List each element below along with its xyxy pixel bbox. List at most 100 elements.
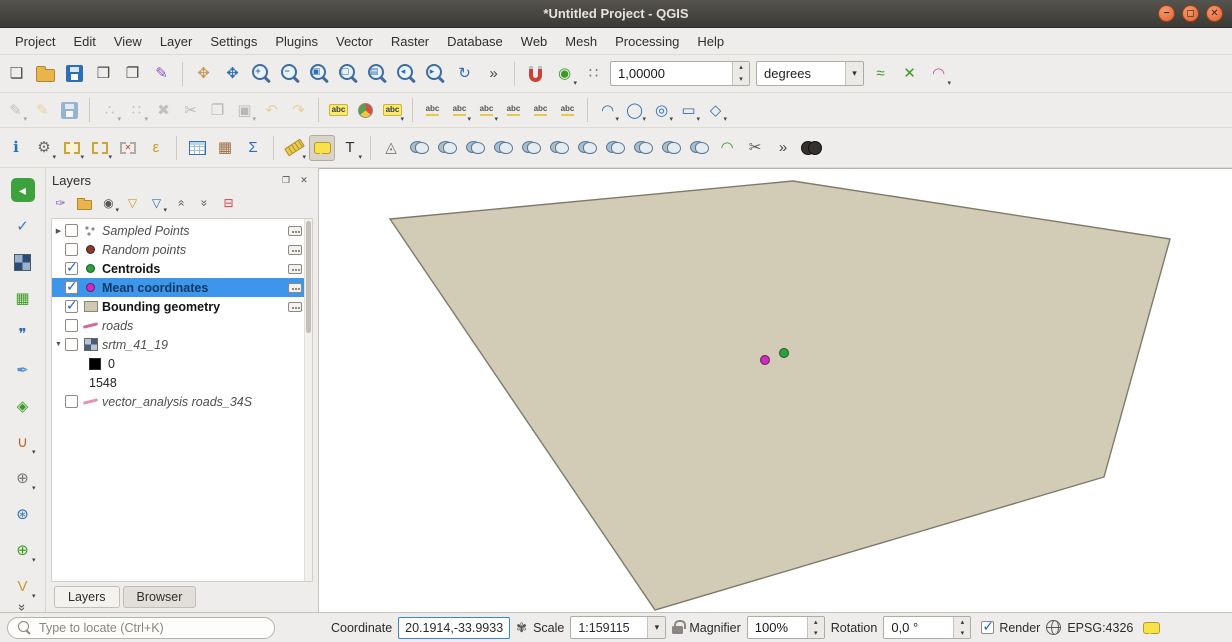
snapping-on-intersection-icon[interactable]: ✕: [896, 60, 923, 87]
zoom-to-layer-icon[interactable]: ▤: [364, 60, 391, 87]
coordinate-input[interactable]: 20.1914,-33.9933: [398, 617, 510, 639]
open-attribute-table-icon[interactable]: [184, 135, 210, 161]
layer-visibility-checkbox[interactable]: [65, 395, 78, 408]
buffer-icon[interactable]: [434, 135, 460, 161]
show-hide-labels-icon[interactable]: ▾: [474, 98, 499, 123]
circular-string-icon[interactable]: ◠▾: [595, 98, 620, 123]
cut-features-icon[interactable]: ✂: [178, 98, 203, 123]
digitize-with-segment-icon[interactable]: ∴▾: [97, 98, 122, 123]
spin-down-icon[interactable]: ▾: [954, 628, 970, 639]
labeling-options-icon[interactable]: ▾: [380, 98, 405, 123]
statistical-summary-icon[interactable]: Σ: [240, 135, 266, 161]
add-postgis-layer-icon[interactable]: ◈: [9, 392, 37, 420]
pan-to-selection-icon[interactable]: ✥: [219, 60, 246, 87]
add-virtual-layer-icon[interactable]: V▾: [9, 572, 37, 600]
toggle-editing-icon[interactable]: ✎: [30, 98, 55, 123]
menu-settings[interactable]: Settings: [201, 30, 266, 53]
add-group-icon[interactable]: [73, 193, 96, 214]
zoom-to-selection-icon[interactable]: ▢: [335, 60, 362, 87]
union-icon[interactable]: [490, 135, 516, 161]
render-checkbox[interactable]: Render: [981, 621, 1040, 635]
panel-scrollbar[interactable]: [304, 219, 312, 581]
data-source-manager-icon[interactable]: [9, 176, 37, 204]
add-delimited-text-layer-icon[interactable]: ❞: [9, 320, 37, 348]
snapping-units-combo[interactable]: degrees ▾: [756, 61, 864, 86]
layer-row-vector-analysis-roads-34s[interactable]: vector_analysis roads_34S: [52, 392, 312, 411]
enable-tracing-icon[interactable]: ◠▾: [925, 60, 952, 87]
spin-up-icon[interactable]: ▴: [954, 617, 970, 628]
add-mesh-layer-icon[interactable]: ▦: [9, 284, 37, 312]
menu-help[interactable]: Help: [688, 30, 733, 53]
current-edits-icon[interactable]: ✎▾: [3, 98, 28, 123]
change-label-properties-icon[interactable]: [555, 98, 580, 123]
style-manager-icon[interactable]: ✎: [148, 60, 175, 87]
minimize-button[interactable]: −: [1158, 5, 1175, 22]
save-layer-edits-icon[interactable]: [57, 98, 82, 123]
menu-mesh[interactable]: Mesh: [556, 30, 606, 53]
refresh-map-icon[interactable]: ↻: [451, 60, 478, 87]
layer-row-random-points[interactable]: Random points: [52, 240, 312, 259]
layer-visibility-checkbox[interactable]: [65, 338, 78, 351]
highlight-pinned-labels-icon[interactable]: [420, 98, 445, 123]
field-calculator-icon[interactable]: ▦: [212, 135, 238, 161]
select-by-expression-icon[interactable]: ε: [143, 135, 169, 161]
scale-combo[interactable]: 1:159115 ▾: [570, 616, 666, 639]
scrollbar-thumb[interactable]: [306, 221, 311, 333]
add-vector-layer-icon[interactable]: ✓: [9, 212, 37, 240]
collapse-all-icon[interactable]: »: [193, 193, 216, 214]
close-button[interactable]: ✕: [1206, 5, 1223, 22]
snapping-mode-icon[interactable]: ◉▾: [551, 60, 578, 87]
symmetrical-difference-icon[interactable]: [546, 135, 572, 161]
zoom-next-icon[interactable]: ▸: [422, 60, 449, 87]
menu-database[interactable]: Database: [438, 30, 512, 53]
pin-unpin-labels-icon[interactable]: ▾: [447, 98, 472, 123]
layer-visibility-checkbox[interactable]: [65, 281, 78, 294]
zoom-full-icon[interactable]: ▣: [306, 60, 333, 87]
layer-visibility-checkbox[interactable]: [65, 243, 78, 256]
expander-icon[interactable]: ▶: [52, 227, 65, 235]
layer-diagram-icon[interactable]: [353, 98, 378, 123]
identify-features-icon[interactable]: ℹ: [3, 135, 29, 161]
menu-layer[interactable]: Layer: [151, 30, 202, 53]
magnifier-spinbox[interactable]: 100% ▴▾: [747, 616, 825, 639]
paste-features-icon[interactable]: ▣▾: [232, 98, 257, 123]
spin-up-icon[interactable]: ▴: [733, 62, 749, 74]
delete-selected-icon[interactable]: ✖: [151, 98, 176, 123]
expand-all-icon[interactable]: »: [169, 193, 192, 214]
zoom-last-icon[interactable]: ◂: [393, 60, 420, 87]
move-label-icon[interactable]: [501, 98, 526, 123]
menu-processing[interactable]: Processing: [606, 30, 688, 53]
add-wcs-layer-icon[interactable]: ⊛: [9, 500, 37, 528]
redo-icon[interactable]: ↷: [286, 98, 311, 123]
layer-row-roads[interactable]: roads: [52, 316, 312, 335]
spin-up-icon[interactable]: ▴: [808, 617, 824, 628]
copy-features-icon[interactable]: ❐: [205, 98, 230, 123]
remove-layer-icon[interactable]: ⊟: [217, 193, 240, 214]
filter-legend-by-expression-icon[interactable]: ▽▾: [145, 193, 168, 214]
undo-icon[interactable]: ↶: [259, 98, 284, 123]
zoom-in-icon[interactable]: +: [248, 60, 275, 87]
spin-down-icon[interactable]: ▾: [808, 628, 824, 639]
clip-icon[interactable]: [574, 135, 600, 161]
show-layout-manager-icon[interactable]: ❐: [119, 60, 146, 87]
rectangle-icon[interactable]: ▭▾: [676, 98, 701, 123]
extents-toggle-icon[interactable]: ✾: [516, 620, 527, 636]
spin-down-icon[interactable]: ▾: [733, 74, 749, 86]
difference-icon[interactable]: [518, 135, 544, 161]
pan-map-icon[interactable]: ✥: [190, 60, 217, 87]
layer-row-bounding-geometry[interactable]: Bounding geometry: [52, 297, 312, 316]
layer-visibility-checkbox[interactable]: [65, 224, 78, 237]
centroid-point[interactable]: [780, 349, 789, 358]
layer-labeling-icon[interactable]: [326, 98, 351, 123]
new-print-layout-icon[interactable]: ❒: [90, 60, 117, 87]
layer-visibility-checkbox[interactable]: [65, 300, 78, 313]
maximize-button[interactable]: ◻: [1182, 5, 1199, 22]
merge-icon[interactable]: [658, 135, 684, 161]
chevron-down-icon[interactable]: ▾: [845, 62, 863, 85]
run-feature-action-icon[interactable]: ⚙▾: [31, 135, 57, 161]
render-checkbox-box[interactable]: [981, 621, 994, 634]
text-annotation-icon[interactable]: T▾: [337, 135, 363, 161]
locate-search-input[interactable]: Type to locate (Ctrl+K): [7, 617, 275, 639]
title-bar[interactable]: *Untitled Project - QGIS − ◻ ✕: [0, 0, 1232, 28]
messages-icon[interactable]: [1143, 622, 1160, 634]
